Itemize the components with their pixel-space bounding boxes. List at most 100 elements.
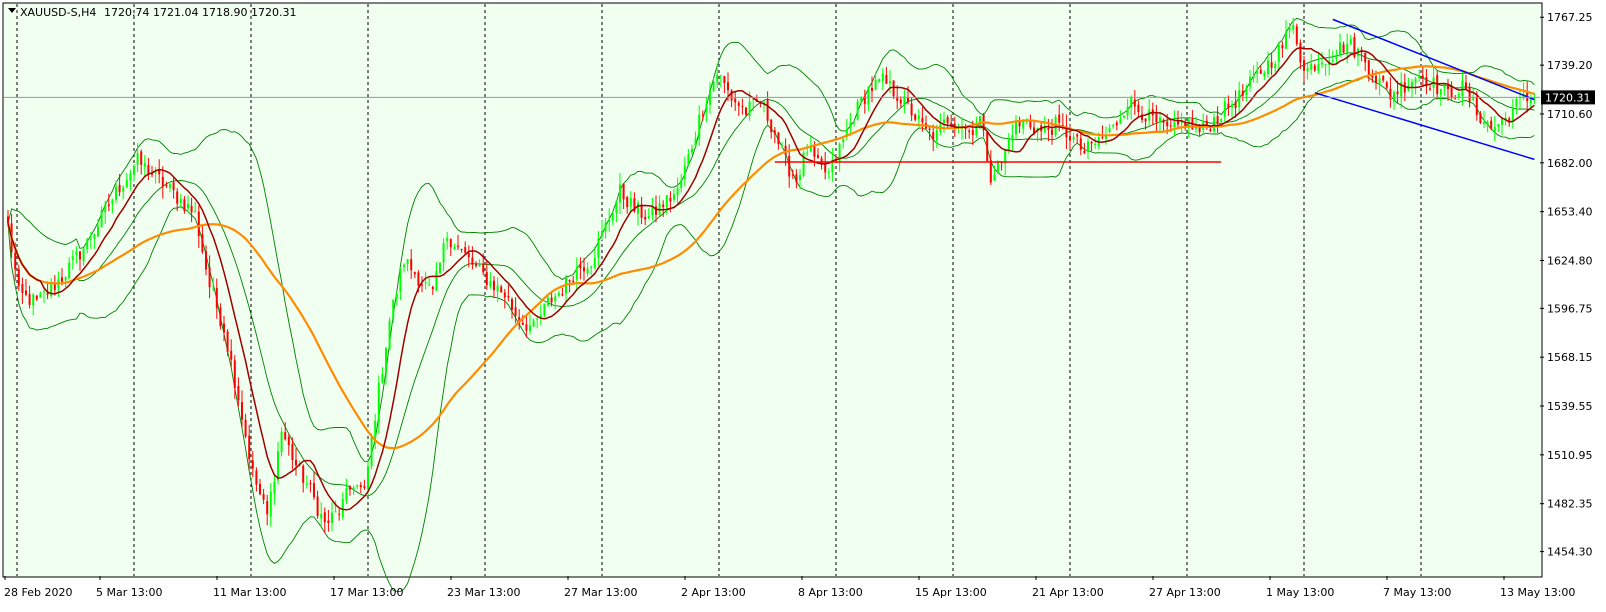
chart-window[interactable]: 1767.25 1739.20 1710.60 1682.00 1653.40 1624.… [0, 0, 1606, 612]
candle-body [17, 269, 20, 286]
candle-body [673, 194, 675, 200]
candle-body [824, 163, 827, 173]
y-tick-label: 1624.80 [1547, 254, 1593, 267]
candle-body [529, 325, 531, 331]
candle-body [1263, 72, 1266, 77]
x-tick-label: 11 Mar 13:00 [213, 586, 286, 599]
candle-body [417, 272, 420, 286]
candle-body [21, 284, 24, 293]
candle-body [1252, 75, 1255, 78]
candle-body [64, 277, 67, 281]
candle-body [273, 481, 276, 494]
candle-body [406, 259, 409, 265]
candle-body [111, 199, 114, 204]
candle-body [413, 272, 416, 275]
candle-body [1144, 118, 1147, 122]
candle-body [435, 270, 438, 291]
candle-body [169, 184, 171, 188]
candle-body [143, 163, 146, 167]
candle-body [910, 103, 913, 116]
candle-body [1079, 138, 1082, 150]
candle-body [367, 466, 369, 490]
candle-body [212, 288, 215, 290]
x-tick-label: 27 Mar 13:00 [564, 586, 637, 599]
candle-body [453, 247, 456, 249]
candle-body [334, 511, 337, 513]
candle-body [1335, 54, 1338, 60]
candle-body [727, 82, 729, 91]
candle-body [1439, 89, 1442, 95]
candle-body [669, 197, 672, 202]
candle-body [507, 295, 510, 298]
candle-body [608, 219, 611, 223]
candle-body [928, 128, 931, 130]
candle-body [1047, 128, 1050, 130]
candle-body [575, 266, 578, 280]
candle-body [1227, 103, 1230, 108]
candle-body [399, 268, 402, 292]
candle-body [79, 251, 81, 260]
candle-body [1288, 27, 1291, 31]
candle-body [665, 195, 668, 208]
candle-body [1367, 60, 1370, 75]
candle-body [478, 264, 481, 267]
candle-body [1166, 121, 1169, 127]
candle-body [745, 107, 747, 115]
y-tick-label: 1482.35 [1547, 498, 1593, 511]
candle-body [597, 238, 600, 258]
candle-body [932, 132, 935, 140]
candle-body [521, 323, 524, 325]
candle-body [532, 320, 535, 327]
candle-body [1270, 62, 1273, 68]
candle-body [626, 197, 629, 208]
x-tick-label: 5 Mar 13:00 [96, 586, 162, 599]
candle-body [172, 182, 175, 191]
candle-body [1259, 69, 1262, 74]
candle-body [795, 174, 798, 182]
candle-body [554, 296, 557, 302]
candle-body [737, 102, 740, 106]
candle-body [86, 239, 89, 249]
candle-body [356, 484, 359, 487]
x-tick-label: 17 Mar 13:00 [330, 586, 403, 599]
candle-body [14, 252, 17, 270]
candle-body [179, 198, 182, 204]
candle-body [475, 264, 477, 266]
candle-body [1076, 134, 1079, 137]
candle-body [309, 483, 312, 485]
candle-body [1072, 136, 1075, 140]
candle-body [1310, 63, 1313, 70]
candle-body [244, 419, 247, 437]
candle-body [410, 259, 413, 271]
candle-body [1472, 97, 1475, 100]
candle-body [125, 179, 128, 188]
candle-body [43, 291, 45, 293]
candle-body [1497, 124, 1500, 127]
candle-body [32, 294, 35, 306]
candle-body [781, 145, 783, 147]
candle-body [1339, 42, 1341, 56]
candle-body [259, 484, 261, 495]
x-tick-label: 7 May 13:00 [1383, 586, 1451, 599]
candle-body [1101, 136, 1104, 138]
candle-body [871, 88, 873, 91]
candle-body [1483, 122, 1485, 124]
x-tick-label: 1 May 13:00 [1266, 586, 1334, 599]
candle-body [583, 267, 585, 272]
candle-body [104, 204, 107, 213]
candle-body [899, 99, 902, 104]
price-chart[interactable]: 1767.25 1739.20 1710.60 1682.00 1653.40 1624.… [0, 0, 1606, 612]
candle-body [1148, 109, 1151, 121]
candle-body [698, 114, 701, 139]
candle-body [1468, 86, 1471, 103]
plot-area[interactable] [2, 2, 1543, 578]
candle-body [251, 460, 254, 469]
x-tick-label: 15 Apr 13:00 [915, 586, 987, 599]
candle-body [683, 165, 686, 180]
candle-body [1465, 82, 1467, 89]
candle-body [813, 146, 816, 157]
candle-body [647, 216, 650, 219]
candle-body [788, 155, 791, 177]
candle-body [1292, 25, 1295, 30]
candle-body [349, 486, 351, 490]
